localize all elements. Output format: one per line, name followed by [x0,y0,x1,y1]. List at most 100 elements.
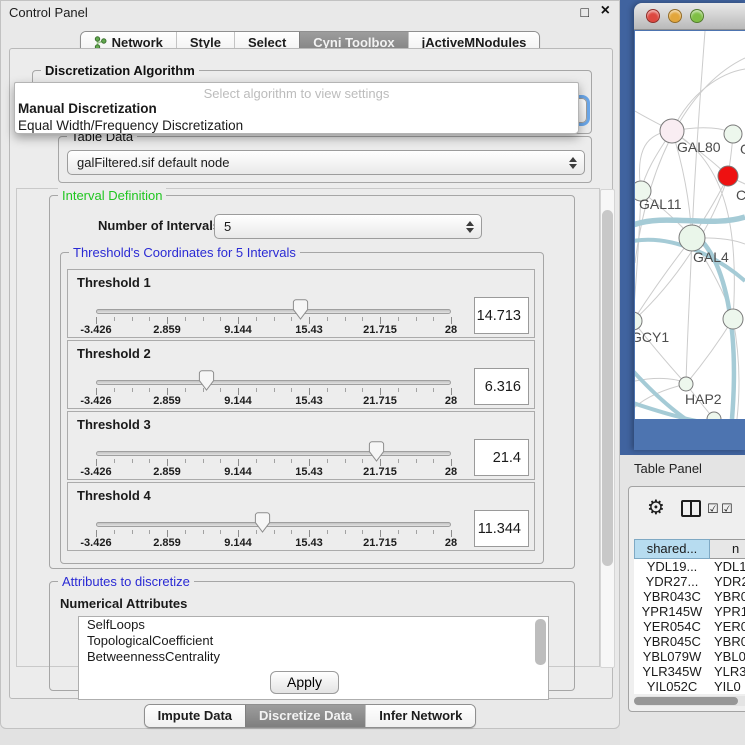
algorithm-dropdown-popup: Select algorithm to view settings Manual… [14,82,579,134]
cell-name: YPR1 [710,604,745,619]
table-row[interactable]: YBL079WYBL0 [634,649,745,664]
settings-scrollbar-thumb[interactable] [602,210,613,566]
table-row[interactable]: YBR043CYBR0 [634,589,745,604]
node-label-c: C [736,187,745,203]
tick-label: 21.715 [363,324,397,336]
network-edge [692,31,705,238]
attribute-selfloops[interactable]: SelfLoops [79,617,548,633]
threshold-4-slider-track[interactable] [96,522,451,527]
network-node-gcy1[interactable] [635,312,642,330]
control-panel-content: Discretization Algorithm Table Data galF… [9,48,613,699]
column-header-name[interactable]: n [710,539,745,559]
network-edge [686,319,733,384]
slider-tick-labels: -3.4262.8599.14415.4321.71528 [96,324,451,336]
cell-name: YIL0 [710,679,745,694]
table-scrollbar-thumb[interactable] [634,697,738,705]
tick-label: 28 [445,324,457,336]
tick-label: 2.859 [153,324,181,336]
settings-scroll-pane: Interval Definition Number of Intervals … [16,188,600,667]
node-label-gal80: GAL80 [677,139,721,155]
attribute-topologicalcoefficient[interactable]: TopologicalCoefficient [79,633,548,649]
tab-discretize-data[interactable]: Discretize Data [245,705,365,727]
cell-shared-name: YDR27... [634,574,710,589]
tab-discretize-data-label: Discretize Data [259,708,352,723]
gear-icon[interactable]: ⚙ [647,495,665,519]
table-panel-title: Table Panel [634,461,702,476]
thresholds-group: Threshold's Coordinates for 5 Intervals … [60,252,544,564]
mac-close-button[interactable] [646,9,660,23]
mac-zoom-button[interactable] [690,9,704,23]
tab-infer-network[interactable]: Infer Network [365,705,475,727]
tick-label: -3.426 [80,324,111,336]
threshold-3-label: Threshold 3 [77,417,151,432]
tick-label: 15.43 [295,324,323,336]
table-row[interactable]: YBR045CYBR0 [634,634,745,649]
threshold-3-value-field[interactable]: 21.4 [474,439,529,476]
network-node-h[interactable] [723,309,743,329]
table-row[interactable]: YPR145WYPR1 [634,604,745,619]
cell-name: YBL0 [710,649,745,664]
tick-label: 15.43 [295,466,323,478]
threshold-3-box: Threshold 3-3.4262.8599.14415.4321.71528… [67,411,535,480]
attributes-list-scrollbar[interactable] [535,619,546,665]
attributes-group-title: Attributes to discretize [58,574,194,589]
table-row[interactable]: YER054CYER0 [634,619,745,634]
tick-label: 21.715 [363,537,397,549]
algorithm-option-equal-width-frequency-discretization[interactable]: Equal Width/Frequency Discretization [17,117,576,134]
network-canvas[interactable]: GAL80GACGAL11GAL4GCY1HHAP2 [635,31,745,419]
mac-minimize-button[interactable] [668,9,682,23]
split-columns-icon[interactable] [681,500,701,517]
apply-button[interactable]: Apply [270,671,339,694]
network-thick-edge [635,217,745,225]
tab-impute-data-label: Impute Data [158,708,232,723]
algorithm-option-manual-discretization[interactable]: Manual Discretization [17,100,576,117]
threshold-3-slider-track[interactable] [96,451,451,456]
tick-label: -3.426 [80,395,111,407]
threshold-2-value-field[interactable]: 6.316 [474,368,529,405]
column-header-shared-name[interactable]: shared... [634,539,710,559]
float-window-icon[interactable]: □ [581,4,589,20]
combo-stepper-icon [569,157,577,169]
table-row[interactable]: YDL19...YDL1 [634,559,745,574]
table-row[interactable]: YIL052CYIL0 [634,679,745,694]
cell-shared-name: YPR145W [634,604,710,619]
cell-name: YBR0 [710,589,745,604]
network-graph: GAL80GACGAL11GAL4GCY1HHAP2 [635,31,745,419]
tick-label: 28 [445,466,457,478]
cell-shared-name: YLR345W [634,664,710,679]
node-label-gal11: GAL11 [639,196,682,212]
table-panel: ⚙ ☑ ☑ shared... n YDL19...YDL1YDR27...YD… [628,486,745,712]
tab-impute-data[interactable]: Impute Data [145,705,245,727]
table-data-combobox[interactable]: galFiltered.sif default node [67,150,585,175]
discretization-algorithm-title: Discretization Algorithm [41,63,199,78]
cell-name: YDR2 [710,574,745,589]
threshold-2-box: Threshold 2-3.4262.8599.14415.4321.71528… [67,340,535,409]
settings-vertical-scrollbar [600,189,615,668]
tick-label: 9.144 [224,466,252,478]
table-row[interactable]: YLR345WYLR3 [634,664,745,679]
cell-name: YER0 [710,619,745,634]
close-window-icon[interactable]: × [601,2,610,20]
table-data-group: Table Data galFiltered.sif default node [58,136,592,183]
algorithm-popup-placeholder: Select algorithm to view settings [15,86,578,101]
number-of-intervals-combobox[interactable]: 5 [214,214,482,239]
table-row[interactable]: YDR27...YDR2 [634,574,745,589]
control-panel-titlebar: Control Panel □ × [1,1,619,25]
checkbox-checked-icon[interactable]: ☑ [707,502,719,517]
threshold-1-value-field[interactable]: 14.713 [474,297,529,334]
threshold-4-value-field[interactable]: 11.344 [474,510,529,547]
threshold-2-slider-track[interactable] [96,380,451,385]
network-node-c[interactable] [718,166,738,186]
cell-shared-name: YBR043C [634,589,710,604]
checkbox-checked-icon[interactable]: ☑ [721,502,733,517]
network-node-gal4[interactable] [679,225,705,251]
cell-name: YLR3 [710,664,745,679]
node-label-hap2: HAP2 [685,391,722,407]
network-node-hap2[interactable] [679,377,693,391]
threshold-1-slider-track[interactable] [96,309,451,314]
network-edge [672,69,745,131]
cell-shared-name: YBL079W [634,649,710,664]
attribute-betweennesscentrality[interactable]: BetweennessCentrality [79,649,548,665]
cell-shared-name: YER054C [634,619,710,634]
node-label-ga: GA [740,141,745,157]
